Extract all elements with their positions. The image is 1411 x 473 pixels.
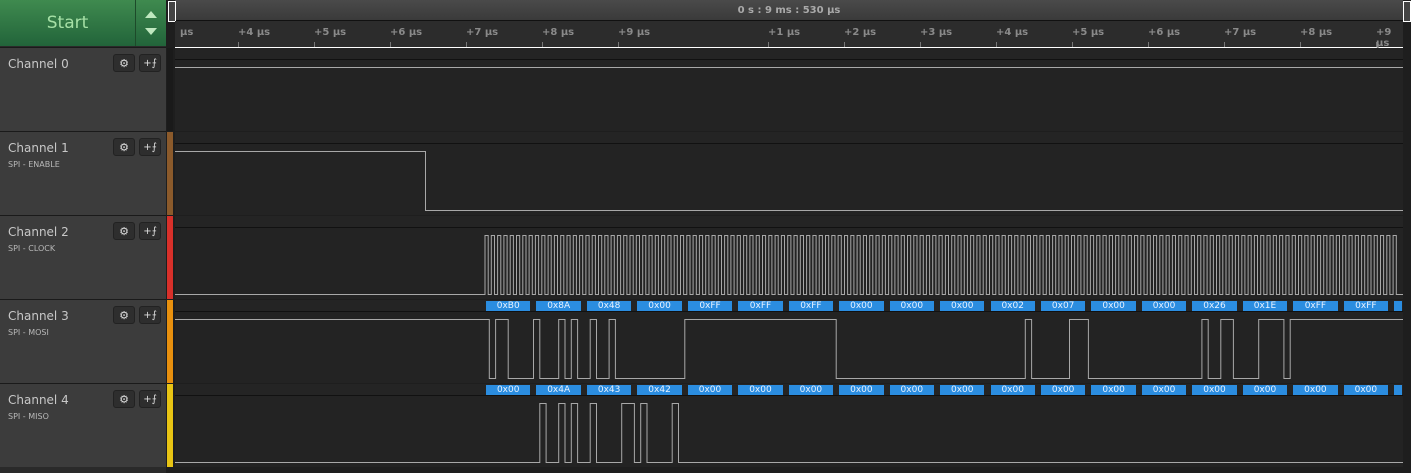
- decoded-byte-label[interactable]: 0xFF: [1293, 301, 1338, 311]
- channel-color-strip: [167, 132, 173, 215]
- decoded-byte-label[interactable]: 0x4A: [536, 385, 581, 395]
- decoded-byte-label[interactable]: 0xB0: [486, 301, 531, 311]
- decoded-byte-label[interactable]: 0x00: [1242, 385, 1288, 395]
- waveform-area[interactable]: [0, 0, 1411, 473]
- row-divider: [175, 227, 1403, 228]
- decoded-byte-label[interactable]: 0x8A: [536, 301, 581, 311]
- channel-color-strip: [167, 384, 173, 467]
- decoded-byte-label[interactable]: 0x00: [889, 385, 935, 395]
- decoded-byte-label[interactable]: 0x00: [1091, 301, 1136, 311]
- channel-4-trace-bg: [175, 396, 1403, 467]
- decoded-byte-label[interactable]: 0x02: [990, 301, 1035, 311]
- decoded-byte-label[interactable]: 0x00: [839, 385, 884, 395]
- channel-3-trace-bg: [175, 312, 1403, 383]
- channel-0-decode-bar: [175, 48, 1403, 60]
- decoded-byte-label[interactable]: 0x48: [586, 301, 632, 311]
- decoded-byte-label[interactable]: 0xFF: [788, 301, 834, 311]
- row-divider: [175, 395, 1403, 396]
- row-divider: [175, 143, 1403, 144]
- decoded-byte-label[interactable]: 0x00: [637, 301, 682, 311]
- decoded-byte-label[interactable]: 0x42: [637, 385, 682, 395]
- decoded-byte-label[interactable]: 0x43: [586, 385, 632, 395]
- decoded-byte-label[interactable]: 0x00: [687, 385, 733, 395]
- decoded-byte-label[interactable]: 0xFF: [687, 301, 733, 311]
- decoded-byte-label[interactable]: 0xFF: [738, 301, 783, 311]
- decoded-byte-label[interactable]: 0x00: [839, 301, 884, 311]
- decoded-byte-label[interactable]: 0x00: [1040, 385, 1086, 395]
- decoded-byte-label[interactable]: 0x00: [788, 385, 834, 395]
- decoded-byte-label[interactable]: 0x00: [1293, 385, 1338, 395]
- channel-0-trace-bg: [175, 60, 1403, 131]
- decoded-byte-label[interactable]: 0x00: [1141, 385, 1187, 395]
- decoded-byte-label[interactable]: 0x00: [889, 301, 935, 311]
- decoded-byte-label[interactable]: 0xFF: [1343, 301, 1389, 311]
- decoded-byte-label[interactable]: 0x00: [940, 385, 985, 395]
- decoded-byte-label[interactable]: 0x00: [486, 385, 531, 395]
- decoded-byte-label-partial[interactable]: [1394, 385, 1403, 395]
- decoded-byte-label-partial[interactable]: [1394, 301, 1403, 311]
- row-divider: [175, 311, 1403, 312]
- channel-color-strip: [167, 300, 173, 383]
- channel-color-strip: [167, 48, 173, 131]
- decoded-byte-label[interactable]: 0x00: [1192, 385, 1237, 395]
- decoded-byte-label[interactable]: 0x07: [1040, 301, 1086, 311]
- decoded-byte-label[interactable]: 0x00: [738, 385, 783, 395]
- decoded-byte-label[interactable]: 0x26: [1192, 301, 1237, 311]
- decoded-byte-label[interactable]: 0x00: [940, 301, 985, 311]
- decoded-byte-label[interactable]: 0x00: [1343, 385, 1389, 395]
- channel-1-trace-bg: [175, 144, 1403, 215]
- decoded-byte-label[interactable]: 0x1E: [1242, 301, 1288, 311]
- decoded-byte-label[interactable]: 0x00: [990, 385, 1035, 395]
- channel-1-decode-bar: [175, 132, 1403, 144]
- channel-color-strip: [167, 216, 173, 299]
- channel-2-trace-bg: [175, 228, 1403, 299]
- channel-2-decode-bar: [175, 216, 1403, 228]
- decoded-byte-label[interactable]: 0x00: [1141, 301, 1187, 311]
- row-divider: [175, 59, 1403, 60]
- decoded-byte-label[interactable]: 0x00: [1091, 385, 1136, 395]
